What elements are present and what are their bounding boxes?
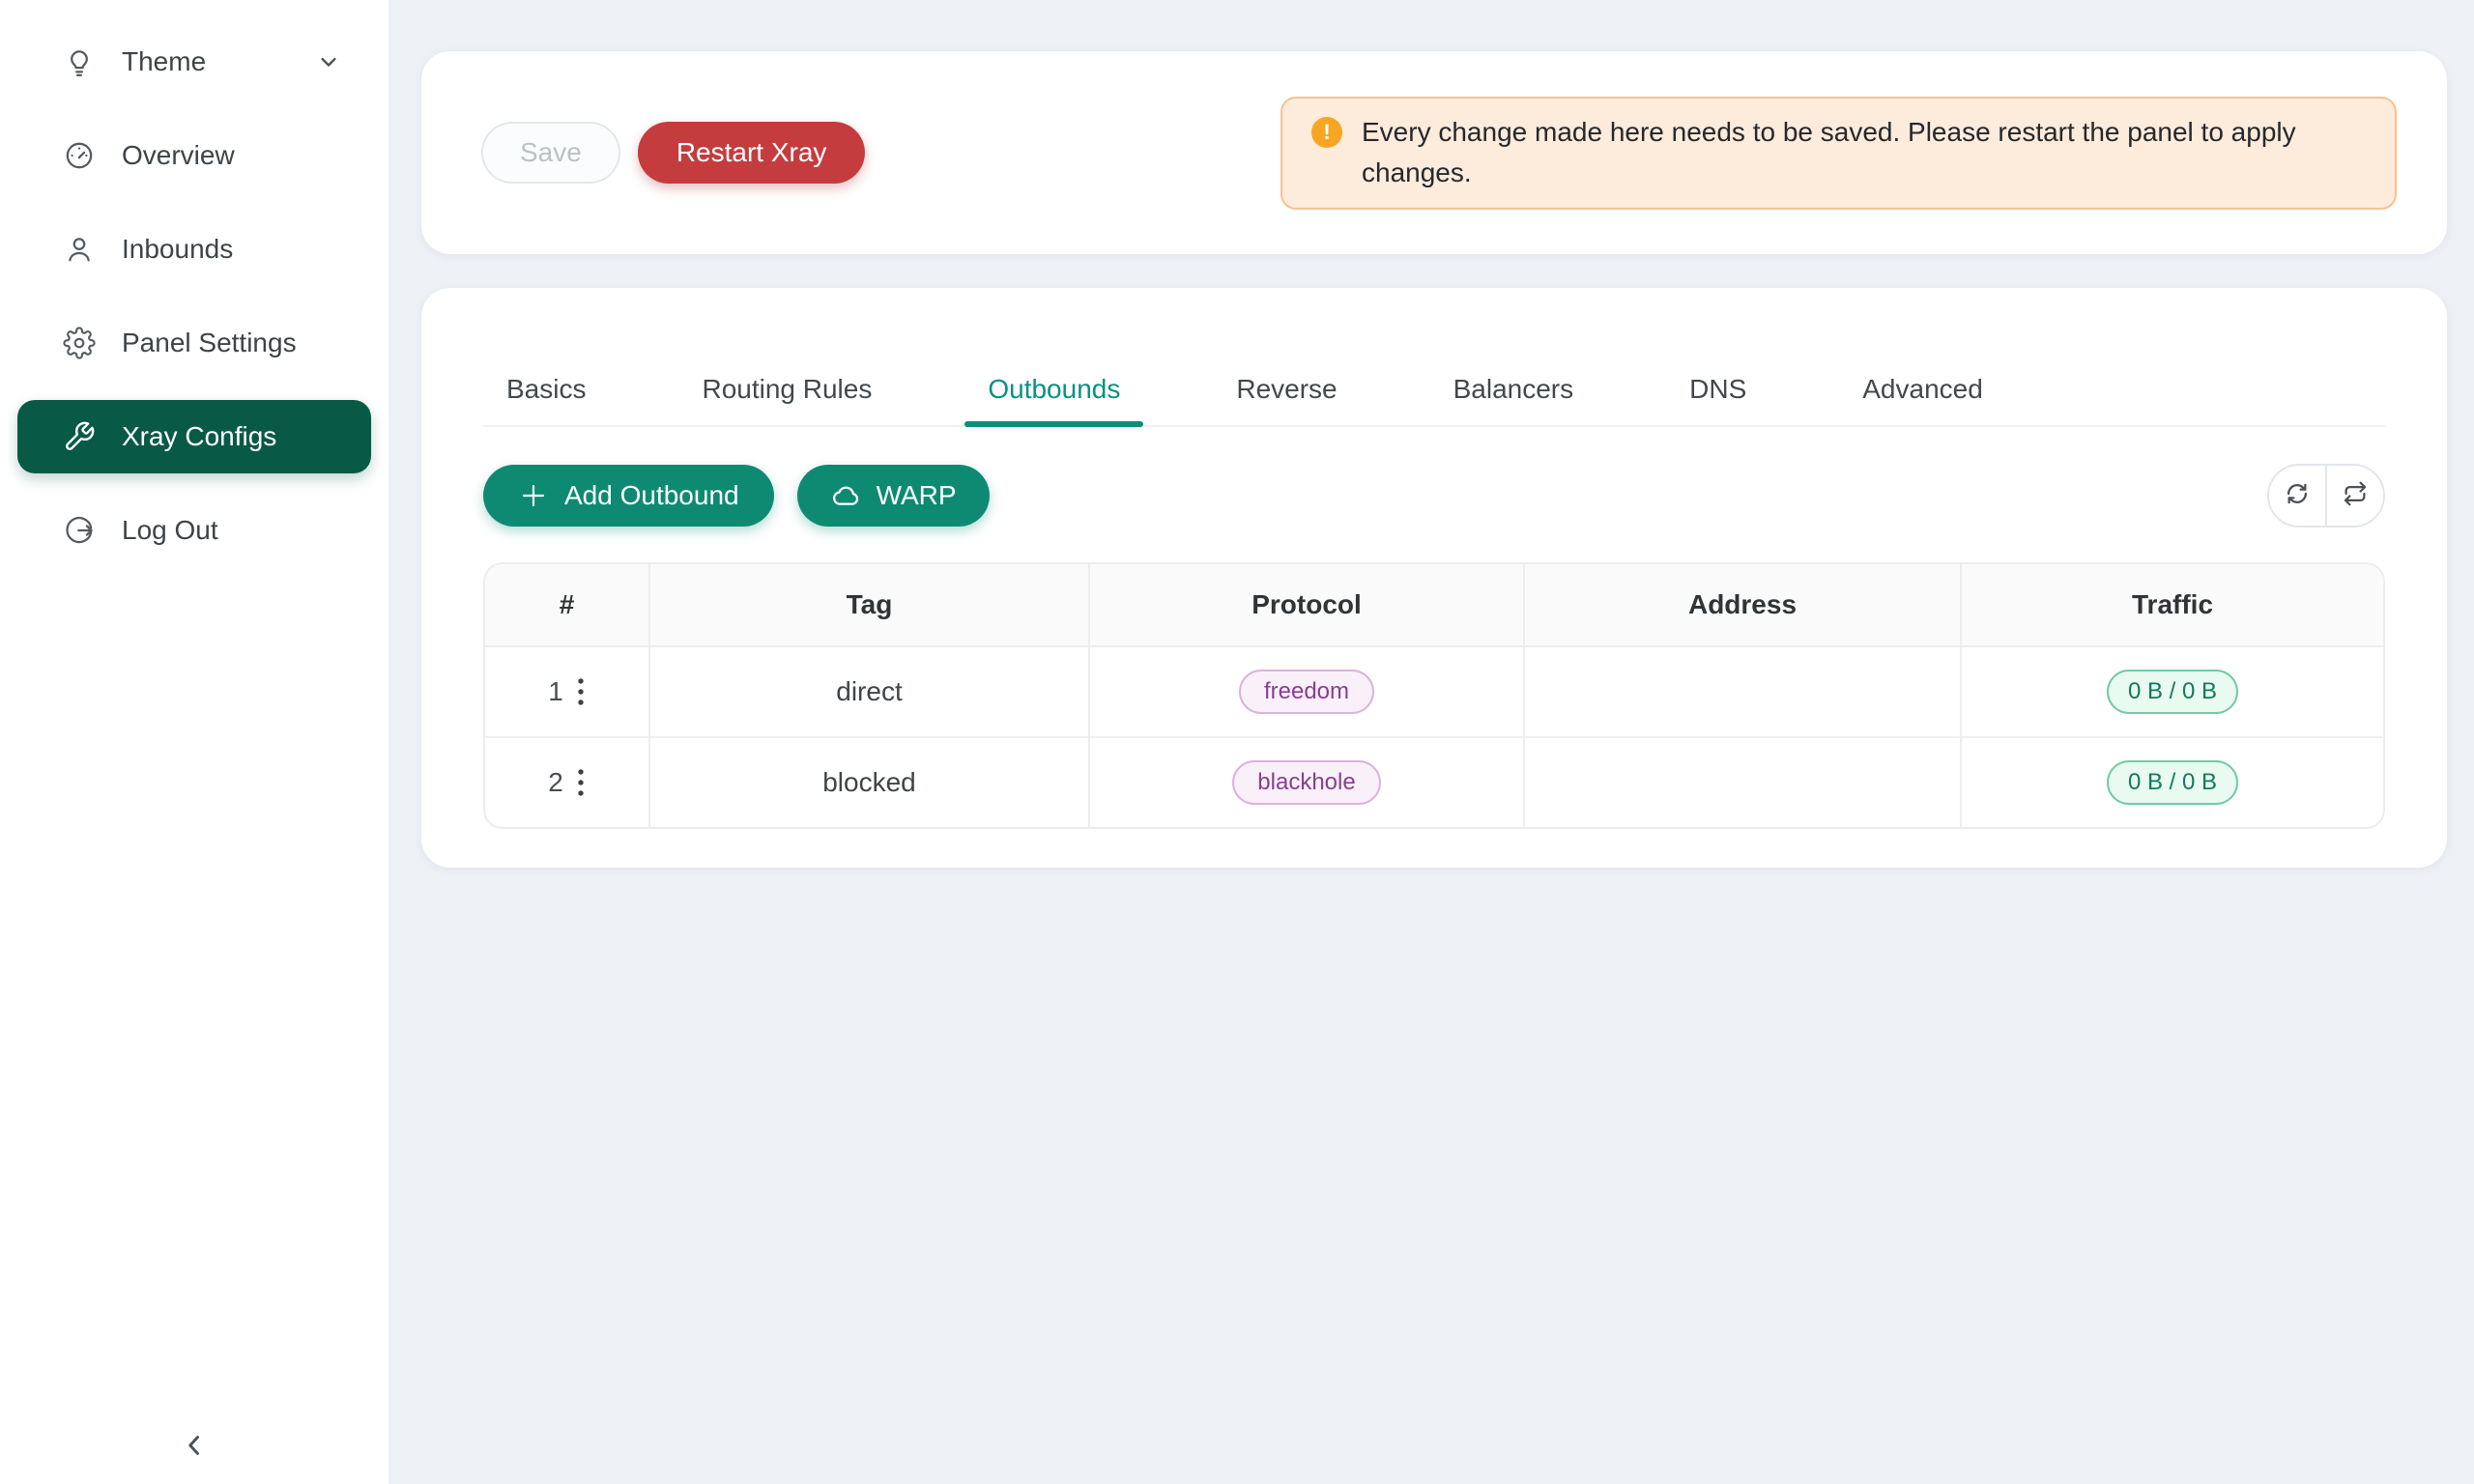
lightbulb-icon: [63, 45, 96, 78]
sidebar-item-label: Theme: [122, 46, 206, 77]
sidebar-item-label: Xray Configs: [122, 421, 276, 452]
row-number: 1: [548, 676, 563, 707]
restart-warning-alert: ! Every change made here needs to be sav…: [1280, 97, 2397, 210]
xray-panel-page: Theme Overview Inbounds Panel Settings Xray …: [0, 0, 2474, 1484]
tab-advanced[interactable]: Advanced: [1839, 373, 2006, 425]
user-icon: [63, 233, 96, 266]
toolbar-card: Save Restart Xray ! Every change made he…: [421, 51, 2447, 254]
tab-outbounds[interactable]: Outbounds: [964, 373, 1143, 425]
sidebar-item-label: Overview: [122, 140, 235, 171]
repeat-button[interactable]: [2325, 466, 2383, 526]
tab-routing-rules[interactable]: Routing Rules: [678, 373, 895, 425]
traffic-cell: 0 B / 0 B: [1961, 737, 2383, 827]
alert-text: Every change made here needs to be saved…: [1362, 112, 2366, 193]
restart-xray-button[interactable]: Restart Xray: [638, 122, 866, 184]
sidebar-menu: Theme Overview Inbounds Panel Settings Xray …: [0, 0, 388, 567]
protocol-badge: blackhole: [1232, 760, 1380, 805]
plus-icon: [518, 480, 549, 511]
protocol-badge: freedom: [1239, 670, 1374, 714]
toolbar-buttons: Save Restart Xray: [481, 122, 865, 184]
tab-dns[interactable]: DNS: [1666, 373, 1769, 425]
gear-icon: [63, 327, 96, 359]
column-header-index: #: [485, 564, 649, 646]
index-cell: 1: [485, 646, 649, 737]
sidebar-item-inbounds[interactable]: Inbounds: [17, 213, 371, 286]
wrench-icon: [63, 420, 96, 453]
add-outbound-button[interactable]: Add Outbound: [483, 465, 774, 527]
sidebar-item-panel-settings[interactable]: Panel Settings: [17, 306, 371, 380]
sidebar-item-theme[interactable]: Theme: [17, 25, 371, 99]
column-header-tag: Tag: [649, 564, 1089, 646]
table-tools-group: [2267, 464, 2385, 528]
config-tabs: Basics Routing Rules Outbounds Reverse Balan…: [483, 288, 2385, 427]
sidebar-collapse-button[interactable]: [163, 1416, 225, 1478]
address-cell: [1524, 646, 1961, 737]
tag-cell: direct: [649, 646, 1089, 737]
cloud-icon: [830, 480, 861, 511]
sidebar-item-label: Inbounds: [122, 234, 233, 265]
table-row: 1 direct freedom 0 B / 0 B: [485, 646, 2383, 737]
warning-icon: !: [1311, 117, 1342, 148]
address-cell: [1524, 737, 1961, 827]
table-row: 2 blocked blackhole 0 B / 0 B: [485, 737, 2383, 827]
warp-button[interactable]: WARP: [797, 465, 990, 527]
tag-cell: blocked: [649, 737, 1089, 827]
table-header-row: #TagProtocolAddressTraffic: [485, 564, 2383, 646]
row-menu-kebab-icon[interactable]: [576, 767, 586, 798]
protocol-cell: freedom: [1089, 646, 1524, 737]
xray-config-card: Basics Routing Rules Outbounds Reverse Balan…: [421, 288, 2447, 868]
column-header-address: Address: [1524, 564, 1961, 646]
column-header-protocol: Protocol: [1089, 564, 1524, 646]
traffic-badge: 0 B / 0 B: [2107, 760, 2238, 805]
outbounds-table: #TagProtocolAddressTraffic 1 direct freedo…: [483, 562, 2385, 829]
row-menu-kebab-icon[interactable]: [576, 676, 586, 707]
column-header-traffic: Traffic: [1961, 564, 2383, 646]
save-button[interactable]: Save: [481, 122, 620, 184]
sidebar-item-overview[interactable]: Overview: [17, 119, 371, 192]
repeat-icon: [2341, 479, 2370, 513]
sidebar-item-label: Panel Settings: [122, 328, 297, 358]
sidebar: Theme Overview Inbounds Panel Settings Xray …: [0, 0, 389, 1484]
chevron-left-icon: [178, 1429, 211, 1467]
traffic-cell: 0 B / 0 B: [1961, 646, 2383, 737]
outbounds-actions-row: Add Outbound WARP: [483, 464, 2385, 528]
main-content: Save Restart Xray ! Every change made he…: [389, 0, 2474, 868]
refresh-button[interactable]: [2269, 466, 2325, 526]
warp-label: WARP: [877, 482, 957, 509]
tab-reverse[interactable]: Reverse: [1213, 373, 1360, 425]
traffic-badge: 0 B / 0 B: [2107, 670, 2238, 714]
dashboard-icon: [63, 139, 96, 172]
protocol-cell: blackhole: [1089, 737, 1524, 827]
sidebar-item-label: Log Out: [122, 515, 218, 546]
sidebar-item-xray-configs[interactable]: Xray Configs: [17, 400, 371, 473]
sidebar-item-log-out[interactable]: Log Out: [17, 494, 371, 567]
add-outbound-label: Add Outbound: [564, 482, 739, 509]
row-number: 2: [548, 767, 563, 798]
tab-basics[interactable]: Basics: [483, 373, 609, 425]
tab-balancers[interactable]: Balancers: [1430, 373, 1597, 425]
index-cell: 2: [485, 737, 649, 827]
chevron-down-icon: [315, 48, 342, 75]
refresh-icon: [2283, 479, 2312, 513]
logout-icon: [63, 514, 96, 547]
table-body: 1 direct freedom 0 B / 0 B 2 blocked blackhole…: [485, 646, 2383, 827]
